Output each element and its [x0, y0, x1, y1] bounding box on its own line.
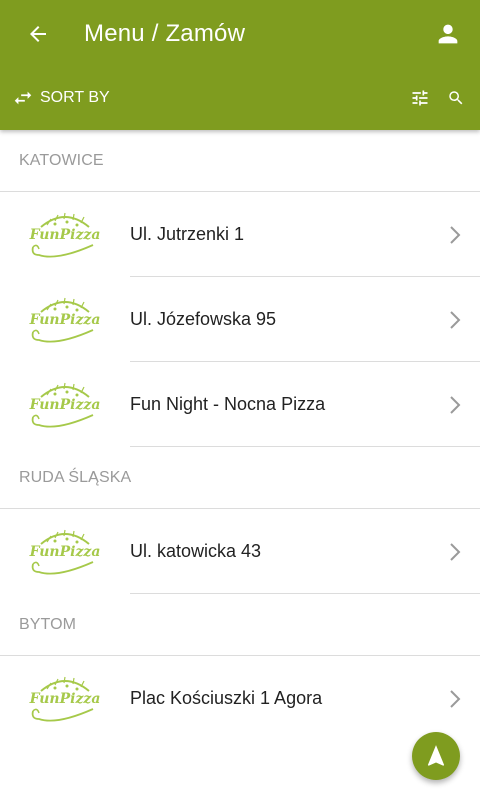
sort-by-label: SORT BY — [40, 89, 110, 106]
funpizza-logo: FunPizza — [0, 362, 130, 447]
funpizza-logo: FunPizza — [0, 192, 130, 277]
funpizza-logo: FunPizza — [0, 277, 130, 362]
section-header: RUDA ŚLĄSKA — [0, 447, 480, 509]
app-bar: Menu / Zamów SORT BY — [0, 0, 480, 130]
swap-arrows-icon — [14, 91, 32, 105]
sort-by-button[interactable]: SORT BY — [12, 84, 110, 112]
list-item-label: Ul. Józefowska 95 — [130, 309, 277, 329]
section-header: BYTOM — [0, 594, 480, 656]
list-item[interactable]: FunPizza Ul. Jutrzenki 1 — [0, 192, 480, 277]
sliders-icon — [412, 90, 428, 106]
svg-text:FunPizza: FunPizza — [29, 691, 101, 707]
account-button[interactable] — [430, 16, 466, 52]
filter-button[interactable] — [406, 84, 434, 112]
navigation-arrow-icon — [427, 745, 445, 766]
chevron-right-icon — [430, 656, 480, 741]
chevron-right-icon — [430, 362, 480, 447]
funpizza-logo: FunPizza — [0, 656, 130, 741]
chevron-right-icon — [430, 192, 480, 277]
list-item[interactable]: FunPizza Ul. Józefowska 95 — [0, 277, 480, 362]
funpizza-logo: FunPizza — [0, 509, 130, 594]
list-item-label: Plac Kościuszki 1 Agora — [130, 688, 323, 708]
list-item[interactable]: FunPizza Plac Kościuszki 1 Agora — [0, 656, 480, 741]
chevron-right-icon — [430, 277, 480, 362]
back-button[interactable] — [20, 16, 56, 52]
section-header: KATOWICE — [0, 130, 480, 192]
arrow-left-icon — [30, 26, 46, 42]
person-icon — [438, 24, 458, 44]
list-item-label: Ul. katowicka 43 — [130, 541, 262, 561]
list-item-label: Fun Night - Nocna Pizza — [130, 394, 326, 414]
svg-text:FunPizza: FunPizza — [29, 397, 101, 413]
list-item[interactable]: FunPizza Fun Night - Nocna Pizza — [0, 362, 480, 447]
page-title: Menu / Zamów — [84, 20, 246, 47]
svg-text:FunPizza: FunPizza — [29, 312, 101, 328]
svg-text:FunPizza: FunPizza — [29, 544, 101, 560]
restaurant-list: KATOWICE FunPizza Ul. Jutrzenki 1 FunPiz… — [0, 130, 480, 741]
search-button[interactable] — [442, 84, 470, 112]
list-item[interactable]: FunPizza Ul. katowicka 43 — [0, 509, 480, 594]
chevron-right-icon — [430, 509, 480, 594]
search-icon — [449, 91, 463, 105]
navigation-fab[interactable] — [412, 732, 460, 780]
list-item-label: Ul. Jutrzenki 1 — [130, 224, 245, 244]
svg-text:FunPizza: FunPizza — [29, 227, 101, 243]
